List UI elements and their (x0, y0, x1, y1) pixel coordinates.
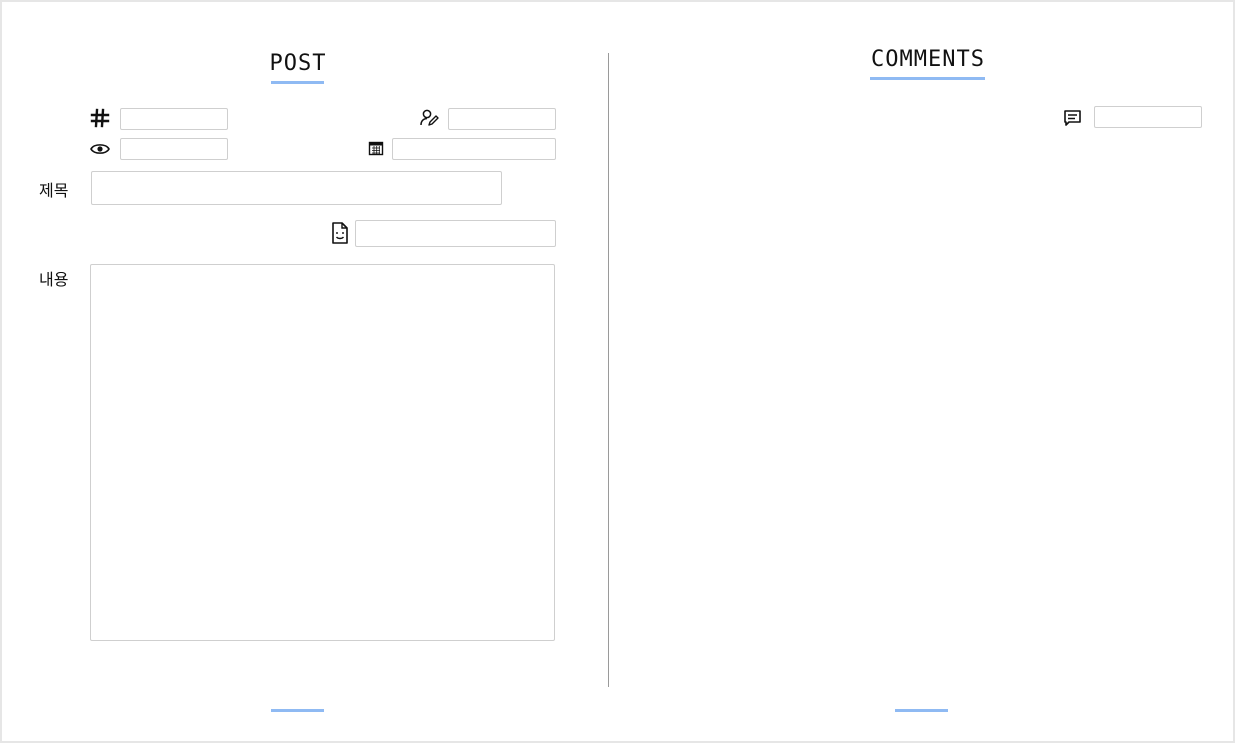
post-bottom-indicator (271, 709, 324, 712)
post-id-field[interactable] (120, 108, 228, 130)
post-content-field[interactable] (90, 264, 555, 641)
calendar-icon (367, 139, 385, 157)
post-file-field[interactable] (355, 220, 556, 247)
post-author-field[interactable] (448, 108, 556, 130)
post-heading: POST (269, 51, 327, 76)
comments-bottom-indicator (895, 709, 948, 712)
panel-divider (608, 53, 609, 687)
author-edit-icon (418, 107, 440, 129)
eye-icon (89, 140, 111, 158)
hash-icon (89, 108, 111, 128)
comment-icon (1062, 108, 1082, 128)
post-date-field[interactable] (392, 138, 556, 160)
content-label: 내용 (39, 272, 69, 289)
file-icon (330, 222, 350, 244)
comment-input[interactable] (1094, 106, 1202, 128)
post-heading-underline (271, 81, 324, 84)
title-label: 제목 (39, 183, 69, 200)
post-title-field[interactable] (91, 171, 502, 205)
comments-heading-underline (870, 77, 985, 80)
post-views-field[interactable] (120, 138, 228, 160)
comments-heading: COMMENTS (871, 47, 985, 72)
